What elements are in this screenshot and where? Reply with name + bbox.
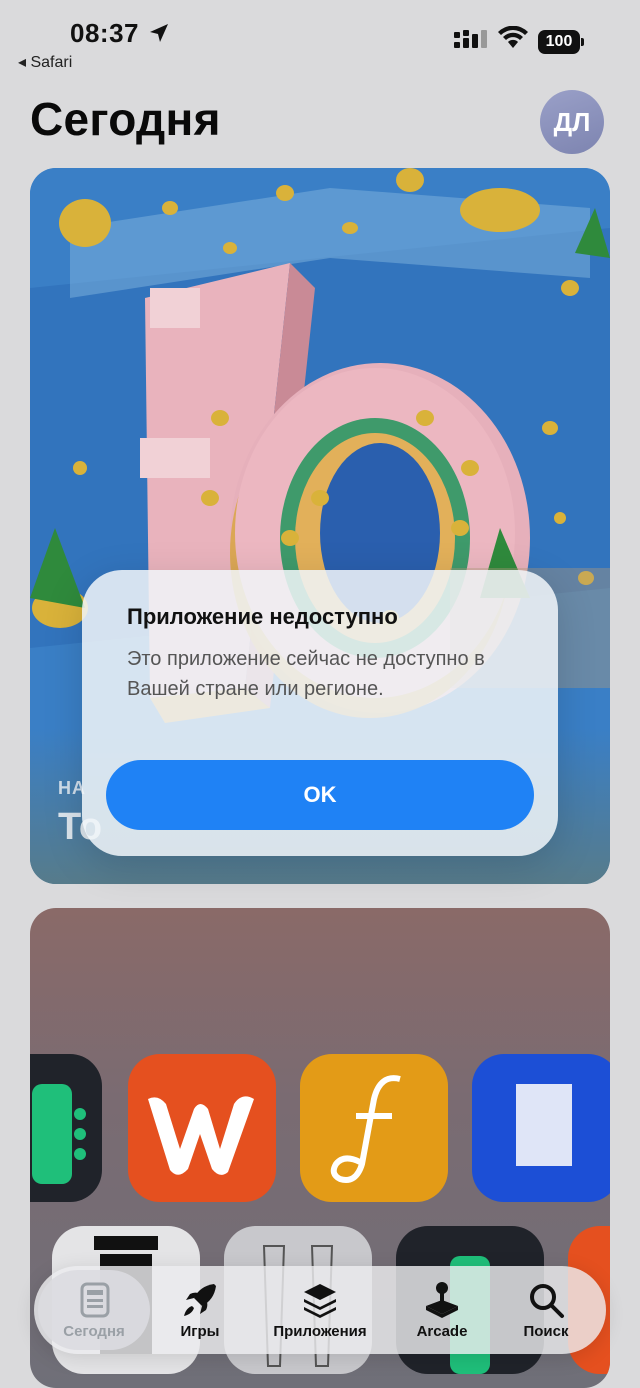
alert-title: Приложение недоступно xyxy=(127,604,398,629)
tab-today[interactable]: Сегодня xyxy=(38,1266,150,1354)
tab-search[interactable]: Поиск xyxy=(496,1266,596,1354)
rocket-icon xyxy=(184,1284,216,1316)
tab-search-label: Поиск xyxy=(523,1323,569,1340)
battery-indicator: 100 xyxy=(538,30,584,54)
tab-bar: Сегодня Игры Приложения Arcade Поиск xyxy=(34,1266,606,1354)
joystick-icon xyxy=(426,1282,458,1318)
unavailable-app-alert: Приложение недоступно Это приложение сей… xyxy=(82,570,558,856)
layers-icon xyxy=(304,1284,336,1318)
wifi-icon xyxy=(498,26,528,48)
tab-apps-label: Приложения xyxy=(273,1323,367,1340)
today-icon xyxy=(80,1282,110,1318)
tab-games-label: Игры xyxy=(180,1323,220,1340)
alert-message: Это приложение сейчас не доступно в Ваше… xyxy=(127,648,485,700)
app-icon-guitar-tuner[interactable] xyxy=(30,1054,102,1202)
app-store-screen: 08:37 ◂ Safari 100 Сегодня ДЛ НА То Прил… xyxy=(0,0,640,1388)
alert-ok-button[interactable]: OK xyxy=(106,760,534,830)
tab-apps[interactable]: Приложения xyxy=(260,1266,380,1354)
back-to-app-link[interactable]: ◂ Safari xyxy=(18,52,72,72)
location-arrow-icon xyxy=(150,24,168,42)
page-title: Сегодня xyxy=(30,93,221,145)
tab-games[interactable]: Игры xyxy=(150,1266,250,1354)
cellular-signal-icon xyxy=(454,30,487,48)
battery-tip xyxy=(581,38,584,46)
battery-level: 100 xyxy=(538,30,580,54)
app-icon-document[interactable] xyxy=(472,1054,610,1202)
tab-today-label: Сегодня xyxy=(63,1323,125,1340)
app-icon-music-f[interactable] xyxy=(300,1054,448,1202)
status-time: 08:37 xyxy=(70,18,139,48)
back-app-label: Safari xyxy=(30,54,73,71)
tab-arcade-label: Arcade xyxy=(416,1323,468,1340)
tab-arcade[interactable]: Arcade xyxy=(392,1266,492,1354)
app-icon-wattpad[interactable] xyxy=(128,1054,276,1202)
search-icon xyxy=(530,1284,564,1318)
account-avatar[interactable]: ДЛ xyxy=(540,90,604,154)
status-bar: 08:37 ◂ Safari 100 xyxy=(0,0,640,80)
